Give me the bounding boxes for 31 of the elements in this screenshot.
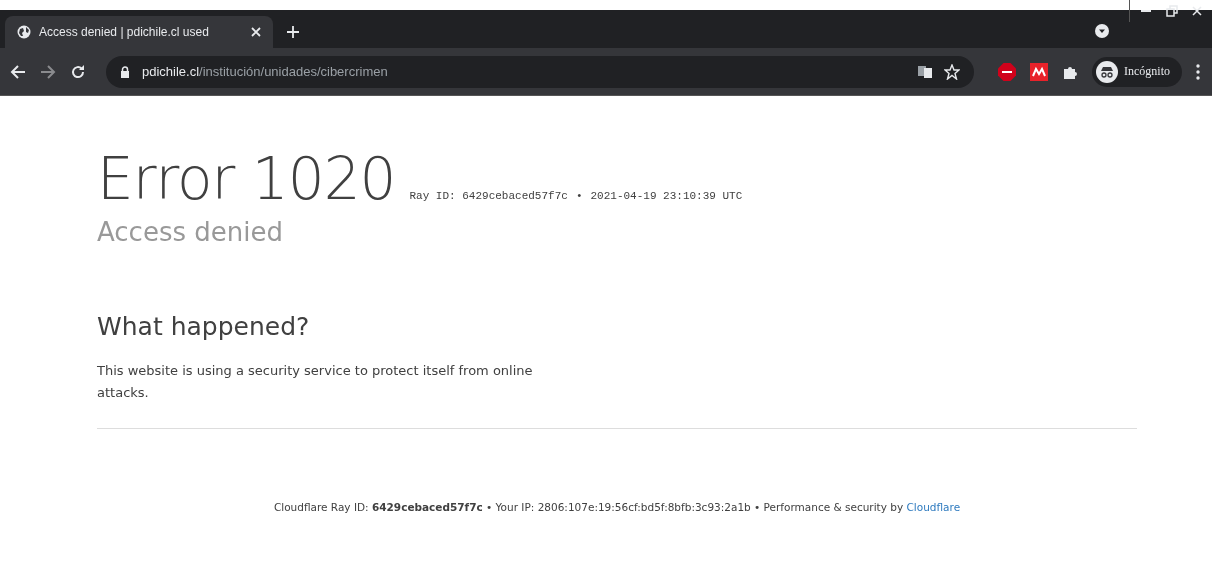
dropdown-icon[interactable] xyxy=(1095,24,1109,38)
cloudflare-link[interactable]: Cloudflare xyxy=(906,501,961,513)
star-icon[interactable] xyxy=(944,63,960,80)
url-host: pdichile.cl xyxy=(142,64,200,79)
address-bar[interactable]: pdichile.cl/institución/unidades/cibercrimen xyxy=(106,55,974,88)
menu-icon[interactable] xyxy=(1196,63,1200,80)
stop-sign-icon[interactable] xyxy=(998,62,1016,81)
translate-icon[interactable] xyxy=(918,64,932,79)
footer-text: Cloudflare Ray ID: 6429cebaced57f7c • Your IP: 2806:107e:19:56cf:bd5f:8bfb:3c93:2a1b • Performance & security by Cloudflare xyxy=(272,501,962,513)
close-icon[interactable] xyxy=(251,27,261,37)
new-tab-icon[interactable] xyxy=(287,26,299,38)
forward-icon[interactable] xyxy=(40,63,56,80)
timestamp: 2021-04-19 23:10:39 UTC xyxy=(590,190,743,202)
error-title: Error 1020 xyxy=(97,144,396,214)
close-icon[interactable] xyxy=(1192,6,1202,16)
globe-icon xyxy=(17,25,31,39)
separator: • xyxy=(575,190,583,202)
url-path: /institución/unidades/cibercrimen xyxy=(199,64,388,79)
back-icon[interactable] xyxy=(10,63,26,80)
browser-tab[interactable]: Access denied | pdichile.cl used xyxy=(5,16,273,48)
restore-icon[interactable] xyxy=(1166,5,1178,17)
section-heading: What happened? xyxy=(97,311,311,343)
tab-title: Access denied | pdichile.cl used xyxy=(39,25,210,39)
reload-icon[interactable] xyxy=(70,63,86,80)
explanation-text: This website is using a security service to protect itself from online attacks. xyxy=(97,362,534,402)
error-subtitle: Access denied xyxy=(97,216,284,249)
profile-button[interactable]: Incógnito xyxy=(1092,56,1182,87)
ray-id: Ray ID: 6429cebaced57f7c xyxy=(409,190,568,202)
lock-icon xyxy=(120,65,130,78)
extension-icon[interactable] xyxy=(1030,62,1048,81)
incognito-icon xyxy=(1096,60,1118,83)
